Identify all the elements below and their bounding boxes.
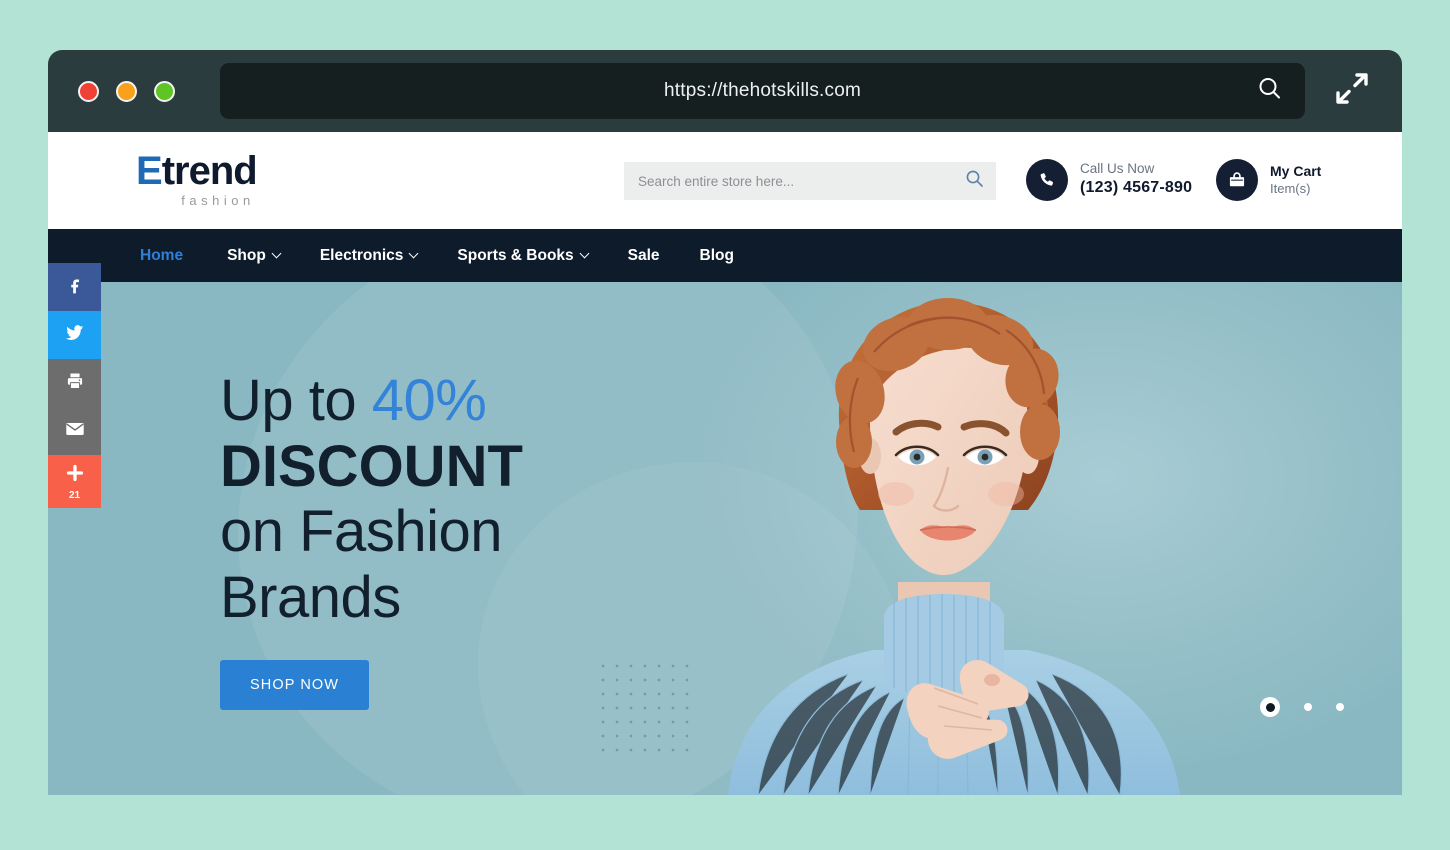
hero-model-photo [608,282,1288,795]
browser-chrome: https://thehotskills.com [48,50,1402,132]
printer-icon [65,371,85,396]
nav-item-home[interactable]: Home [140,247,183,265]
nav-label: Sale [627,246,660,264]
phone-icon [1026,159,1068,201]
nav-label: Sports & Books [457,246,574,264]
logo-text-trend: trend [161,149,258,193]
nav-label: Shop [227,246,266,264]
search-input[interactable] [638,173,965,189]
twitter-icon [64,322,85,348]
share-email-button[interactable] [48,407,101,455]
hero-discount-percent: 40% [371,368,487,433]
chevron-down-icon [408,248,419,259]
call-us-text: Call Us Now (123) 4567-890 [1080,161,1192,199]
envelope-icon [64,418,86,445]
shopping-bag-icon [1216,159,1258,201]
site-logo[interactable]: Etrend fashion [136,149,258,208]
search-icon[interactable] [1257,76,1283,107]
hero-headline-line2: DISCOUNT [220,433,523,499]
cart-item-count: Item(s) [1270,180,1311,196]
share-more-button[interactable]: 21 [48,455,101,508]
call-us-label: Call Us Now [1080,161,1155,177]
hero-headline-line3: on Fashion [220,499,502,565]
url-bar[interactable]: https://thehotskills.com [220,63,1305,119]
hero-headline-prefix: Up to [220,368,372,433]
chevron-down-icon [579,248,590,259]
share-print-button[interactable] [48,359,101,407]
facebook-icon [65,275,85,300]
carousel-dot-2[interactable] [1304,703,1312,711]
nav-label: Electronics [319,246,404,264]
nav-item-sale[interactable]: Sale [628,247,660,265]
minimize-window-button[interactable] [116,80,137,102]
phone-number: (123) 4567-890 [1080,179,1193,197]
store-search-box[interactable] [624,162,996,200]
carousel-dot-3[interactable] [1336,703,1344,711]
close-window-button[interactable] [78,80,99,102]
logo-tagline: fashion [181,193,255,208]
nav-item-blog[interactable]: Blog [700,247,734,265]
cart-text: My Cart Item(s) [1270,162,1321,197]
nav-label: Home [140,246,184,264]
nav-item-electronics[interactable]: Electronics [319,246,419,265]
chevron-down-icon [271,248,282,259]
nav-item-shop[interactable]: Shop [227,246,282,265]
share-facebook-button[interactable] [48,263,101,311]
expand-arrows-icon[interactable] [1332,69,1372,114]
hero-banner: Up to 40% DISCOUNT on Fashion Brands SHO… [48,282,1402,795]
logo-wordmark: Etrend [136,149,258,193]
shop-now-button[interactable]: SHOP NOW [220,660,370,711]
maximize-window-button[interactable] [154,80,175,102]
nav-item-sports-books[interactable]: Sports & Books [457,246,590,265]
url-text: https://thehotskills.com [664,80,861,101]
share-count: 21 [68,490,81,501]
carousel-dots [1260,697,1344,717]
traffic-lights [78,80,175,102]
cart-block[interactable]: My Cart Item(s) [1216,159,1321,201]
main-navigation: Home Shop Electronics Sports & Books Sal… [48,229,1402,282]
plus-icon [64,462,86,489]
cart-label: My Cart [1270,163,1322,180]
social-share-rail: 21 [48,263,101,508]
call-us-block[interactable]: Call Us Now (123) 4567-890 [1026,159,1192,201]
logo-letter-e: E [136,149,163,193]
site-header: Etrend fashion Call Us Now (123) 4567- [48,132,1402,229]
hero-headline-line1: Up to 40% [220,368,523,434]
nav-label: Blog [699,246,734,264]
search-icon[interactable] [965,169,984,193]
hero-copy: Up to 40% DISCOUNT on Fashion Brands SHO… [220,368,523,711]
browser-window: https://thehotskills.com Etrend fashion … [48,50,1402,795]
share-twitter-button[interactable] [48,311,101,359]
carousel-dot-1[interactable] [1260,697,1280,717]
hero-headline-line4: Brands [220,564,401,630]
